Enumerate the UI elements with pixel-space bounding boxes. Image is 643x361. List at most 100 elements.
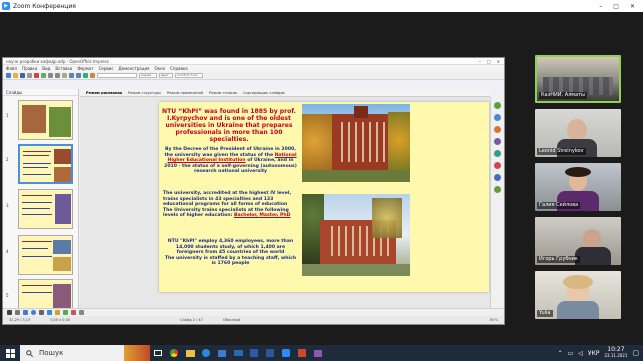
cut-icon[interactable] xyxy=(48,73,53,78)
slide-thumbnail-1[interactable] xyxy=(18,100,73,140)
task-view-icon[interactable] xyxy=(150,345,166,361)
open-icon[interactable] xyxy=(13,73,18,78)
menu-insert[interactable]: Вставка xyxy=(55,66,72,71)
chevron-up-icon[interactable]: ⌃ xyxy=(558,350,563,357)
status-zoom[interactable]: 76 % xyxy=(489,318,498,322)
slide-number: 4 xyxy=(6,249,9,254)
tab-handout-view[interactable]: Режим тезисов xyxy=(209,91,237,95)
stars-icon[interactable] xyxy=(55,310,60,315)
line-style-box[interactable] xyxy=(97,73,137,78)
fontwork-icon[interactable] xyxy=(63,310,68,315)
language-indicator[interactable]: УКР xyxy=(588,350,600,357)
slide-thumbnail-4[interactable] xyxy=(18,235,73,275)
oo-menu-bar: Файл Правка Вид Вставка Формат Сервис Де… xyxy=(3,65,504,72)
copy-icon[interactable] xyxy=(55,73,60,78)
pdf-icon[interactable] xyxy=(34,73,39,78)
p3-text-a: NTU "KhPI" employ 4,360 employees, more … xyxy=(167,239,294,255)
participant-tile-1[interactable]: КазНИИ, Алматы xyxy=(535,55,621,103)
network-icon[interactable]: ▭ xyxy=(568,350,574,357)
slide-thumbnail-3[interactable] xyxy=(18,189,73,229)
taskbar-search[interactable]: Пошук xyxy=(20,345,124,361)
slide-number: 1 xyxy=(6,113,9,118)
area-color-box[interactable]: Comfort Color xyxy=(175,73,203,78)
menu-help[interactable]: Справка xyxy=(170,66,188,71)
select-arrow-icon[interactable] xyxy=(7,310,12,315)
taskbar-thumbnail-image[interactable] xyxy=(124,345,150,361)
photos-icon[interactable] xyxy=(310,345,326,361)
window-title: Zoom Конференция xyxy=(13,2,76,10)
print-icon[interactable] xyxy=(27,73,32,78)
navigator-icon[interactable] xyxy=(494,138,501,145)
store-icon[interactable] xyxy=(214,345,230,361)
word-icon[interactable] xyxy=(262,345,278,361)
menu-tools[interactable]: Сервис xyxy=(99,66,114,71)
shapes-icon[interactable] xyxy=(47,310,52,315)
oo-minimize-icon[interactable]: – xyxy=(479,59,481,64)
menu-file[interactable]: Файл xyxy=(6,66,17,71)
line-tool-icon[interactable] xyxy=(15,310,20,315)
tab-drawing-view[interactable]: Режим рисования xyxy=(86,91,122,95)
extrusion-icon[interactable] xyxy=(79,310,84,315)
clock[interactable]: 10:27 23.11.2021 xyxy=(604,347,627,359)
ellipse-tool-icon[interactable] xyxy=(31,310,36,315)
oo-maximize-icon[interactable]: □ xyxy=(487,59,491,64)
edge-icon[interactable] xyxy=(198,345,214,361)
menu-edit[interactable]: Правка xyxy=(22,66,37,71)
image-insert-icon[interactable] xyxy=(71,310,76,315)
search-icon xyxy=(26,349,33,357)
openoffice-icon[interactable] xyxy=(246,345,262,361)
minimize-button[interactable]: – xyxy=(599,3,602,10)
menu-window[interactable]: Окно xyxy=(154,66,165,71)
rectangle-tool-icon[interactable] xyxy=(23,310,28,315)
explorer-icon[interactable] xyxy=(182,345,198,361)
chart-icon[interactable] xyxy=(83,73,88,78)
volume-icon[interactable]: ◁ xyxy=(578,350,583,357)
properties-icon[interactable] xyxy=(494,102,501,109)
table-icon[interactable] xyxy=(90,73,95,78)
redo-icon[interactable] xyxy=(76,73,81,78)
notifications-icon[interactable]: ▢ xyxy=(632,349,639,357)
maximize-button[interactable]: □ xyxy=(613,3,619,10)
participant-tile-4[interactable]: Игорь Грубник xyxy=(535,217,621,265)
transition-icon[interactable] xyxy=(494,174,501,181)
slide-paragraph-status: By the Decree of the President of Ukrain… xyxy=(163,147,298,175)
participant-name: Галия Сейлова xyxy=(537,202,581,209)
layouts-icon[interactable] xyxy=(494,150,501,157)
area-style-box[interactable]: Цвет xyxy=(159,73,173,78)
status-layout: Обычный xyxy=(222,318,240,322)
close-button[interactable]: ✕ xyxy=(630,3,635,10)
line-color-box[interactable]: Серый xyxy=(139,73,157,78)
styles-icon[interactable] xyxy=(494,114,501,121)
master-pages-icon[interactable] xyxy=(494,186,501,193)
zoom-taskbar-icon[interactable] xyxy=(278,345,294,361)
start-button[interactable] xyxy=(0,345,20,361)
participant-tile-5[interactable]: Yulia xyxy=(535,271,621,319)
chrome-icon[interactable] xyxy=(166,345,182,361)
participant-tile-2[interactable]: Leonid Strelnykov xyxy=(535,109,621,157)
oo-close-icon[interactable]: ✕ xyxy=(497,59,500,64)
participant-tile-3[interactable]: Галия Сейлова xyxy=(535,163,621,211)
menu-slideshow[interactable]: Демонстрация xyxy=(119,66,150,71)
new-doc-icon[interactable] xyxy=(6,73,11,78)
oo-window-title: научн розробки кафедр.odp - OpenOffice I… xyxy=(6,58,109,64)
current-slide[interactable]: NTU “KhPI” was found in 1885 by prof. I.… xyxy=(159,102,489,292)
oo-status-bar: 32,29 / 3,13 0,00 x 0,00 Слайд 2 / 47 Об… xyxy=(3,316,504,324)
spellcheck-icon[interactable] xyxy=(41,73,46,78)
tab-notes-view[interactable]: Режим примечаний xyxy=(167,91,203,95)
gallery-icon[interactable] xyxy=(494,126,501,133)
paste-icon[interactable] xyxy=(62,73,67,78)
mail-icon[interactable] xyxy=(230,345,246,361)
tab-slide-sorter[interactable]: Сортировщик слайдов xyxy=(243,91,285,95)
slide-number: 5 xyxy=(6,293,9,298)
save-icon[interactable] xyxy=(20,73,25,78)
tab-outline-view[interactable]: Режим структуры xyxy=(128,91,161,95)
text-tool-icon[interactable] xyxy=(39,310,44,315)
shared-openoffice-window: научн розробки кафедр.odp - OpenOffice I… xyxy=(2,57,505,325)
slide-thumbnail-2[interactable] xyxy=(18,144,73,184)
powerpoint-icon[interactable] xyxy=(294,345,310,361)
menu-view[interactable]: Вид xyxy=(42,66,50,71)
animation-icon[interactable] xyxy=(494,162,501,169)
menu-format[interactable]: Формат xyxy=(77,66,93,71)
oo-drawing-toolbar xyxy=(3,308,504,316)
undo-icon[interactable] xyxy=(69,73,74,78)
